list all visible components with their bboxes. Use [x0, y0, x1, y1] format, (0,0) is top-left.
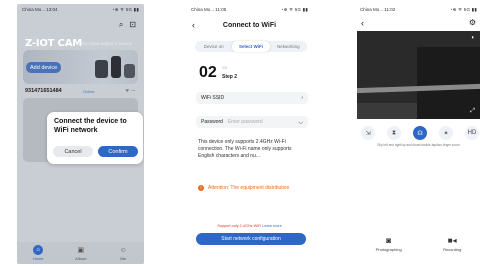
- hd-button[interactable]: HD: [465, 126, 479, 140]
- device-id: 931471651484: [25, 88, 62, 94]
- status-icons: ◔⊕ ᯤ 5G ▮▮: [280, 6, 308, 12]
- tab-me[interactable]: ☺ Me: [118, 245, 128, 262]
- status-bar: China Mo... 11:02 ◔⊕ ᯤ 5G ▮▮: [355, 4, 482, 15]
- eye-icon[interactable]: ◡: [299, 119, 303, 125]
- chevron-right-icon: ›: [301, 95, 303, 101]
- quality-icon[interactable]: ⧗: [387, 126, 401, 140]
- gear-icon[interactable]: ⚙: [469, 18, 476, 27]
- password-input[interactable]: Enter password: [228, 119, 299, 125]
- camera-image: [124, 64, 135, 78]
- ssid-selector[interactable]: WiFi SSID ›: [196, 92, 308, 104]
- brand-logo: Z-IOT CAM: [25, 38, 82, 49]
- wifi-info-text: This device only supports 2.4GHz Wi-Fi c…: [198, 139, 292, 159]
- page-title: Connect to WiFi: [222, 21, 277, 29]
- home-screen: China Mo... 13:04 ◔⊕ ᯤ 5G ▮▮ ⌕ ⊡ Z-IOT C…: [17, 4, 144, 264]
- mute-icon[interactable]: ◐: [471, 35, 475, 41]
- carrier: China Mo...: [22, 7, 46, 12]
- wifi-config-screen: China Mo... 11:05 ◔⊕ ᯤ 5G ▮▮ ‹ Connect t…: [186, 4, 313, 264]
- gesture-hint: Slip left and right/up and down/double-t…: [377, 143, 460, 147]
- status-icons: ◔⊕ ᯤ 5G ▮▮: [111, 6, 139, 12]
- cancel-button[interactable]: Cancel: [53, 146, 93, 157]
- clock: 11:02: [384, 7, 396, 12]
- confirm-button[interactable]: Confirm: [98, 146, 138, 157]
- learn-more-link[interactable]: Learn more: [262, 224, 281, 228]
- step-total: /03: [222, 66, 227, 70]
- step-number: 02: [199, 64, 217, 81]
- status-icons: ◔⊕ ᯤ 5G ▮▮: [449, 6, 477, 12]
- fit-screen-icon[interactable]: ⇲: [361, 126, 375, 140]
- tab-label: Me: [120, 256, 126, 261]
- tab-bar: ⌂ Home ▣ Album ☺ Me: [17, 242, 144, 264]
- carrier: China Mo...: [191, 7, 215, 12]
- clock: 11:05: [215, 7, 227, 12]
- password-field[interactable]: Password Enter password ◡: [196, 116, 308, 128]
- microphone-icon[interactable]: ☊: [413, 126, 427, 140]
- password-label: Password: [201, 119, 223, 125]
- carrier: China Mo...: [360, 7, 384, 12]
- home-icon: ⌂: [33, 245, 44, 255]
- record-label: Recording: [443, 247, 462, 252]
- attention-text: Attention: The equipment distribution: [208, 184, 290, 191]
- back-icon[interactable]: ‹: [361, 18, 364, 28]
- device-count-text: You have added 1 Device: [81, 41, 133, 46]
- camera-image: [111, 56, 121, 78]
- photograph-label: Photographing: [375, 247, 402, 252]
- tab-label: Album: [75, 256, 87, 261]
- tab-select-wifi[interactable]: Select WiFi: [232, 41, 270, 52]
- control-row: ⇲ ⧗ ☊ ✶ HD: [361, 126, 479, 140]
- attention-notice: ! Attention: The equipment distribution: [198, 182, 313, 193]
- album-icon: ▣: [77, 247, 85, 254]
- start-config-button[interactable]: Start network configuration: [196, 233, 306, 245]
- status-bar: China Mo... 11:05 ◔⊕ ᯤ 5G ▮▮: [186, 4, 313, 15]
- scan-icon[interactable]: ⊡: [129, 20, 136, 30]
- ssid-label: WiFi SSID: [201, 95, 225, 101]
- tab-album[interactable]: ▣ Album: [75, 245, 86, 261]
- tab-label: Home: [32, 256, 44, 261]
- tab-networking[interactable]: Networking: [270, 41, 307, 52]
- device-status: Online: [83, 89, 95, 94]
- support-text: Support only 2.4GHz WiFi: [217, 224, 262, 228]
- step-tabs: Device on Select WiFi Networking: [195, 41, 307, 52]
- camera-icon: ◙: [386, 236, 392, 245]
- record-button[interactable]: ■◂ Recording: [443, 236, 461, 262]
- live-view-screen: China Mo... 11:02 ◔⊕ ᯤ 5G ▮▮ ‹ ⚙ ◐ ⤢ ⇲ ⧗…: [355, 4, 482, 264]
- search-icon[interactable]: ⌕: [119, 20, 123, 30]
- support-note: Support only 2.4GHz WiFi Learn more: [186, 224, 313, 228]
- light-icon[interactable]: ✶: [439, 126, 453, 140]
- photograph-button[interactable]: ◙ Photographing: [376, 236, 402, 262]
- dialog-title: Connect the device to WiFi network: [54, 118, 127, 134]
- connect-dialog: Connect the device to WiFi network Cance…: [47, 112, 143, 164]
- warning-icon: !: [198, 184, 204, 191]
- camera-image: [95, 60, 108, 78]
- clock: 13:04: [46, 7, 58, 12]
- status-bar: China Mo... 13:04 ◔⊕ ᯤ 5G ▮▮: [17, 4, 144, 15]
- live-video[interactable]: ◐ ⤢: [357, 31, 480, 119]
- add-device-button[interactable]: Add device: [26, 62, 62, 73]
- video-camera-icon: ■◂: [447, 236, 457, 245]
- bottom-actions: ◙ Photographing ■◂ Recording: [355, 236, 482, 262]
- fullscreen-icon[interactable]: ⤢: [470, 108, 475, 115]
- tab-device-on[interactable]: Device on: [195, 41, 232, 52]
- wifi-icon: ᯤ ⋯: [125, 88, 136, 94]
- step-label: Step 2: [222, 74, 238, 80]
- user-icon: ☺: [119, 246, 127, 254]
- tab-home[interactable]: ⌂ Home: [33, 245, 44, 261]
